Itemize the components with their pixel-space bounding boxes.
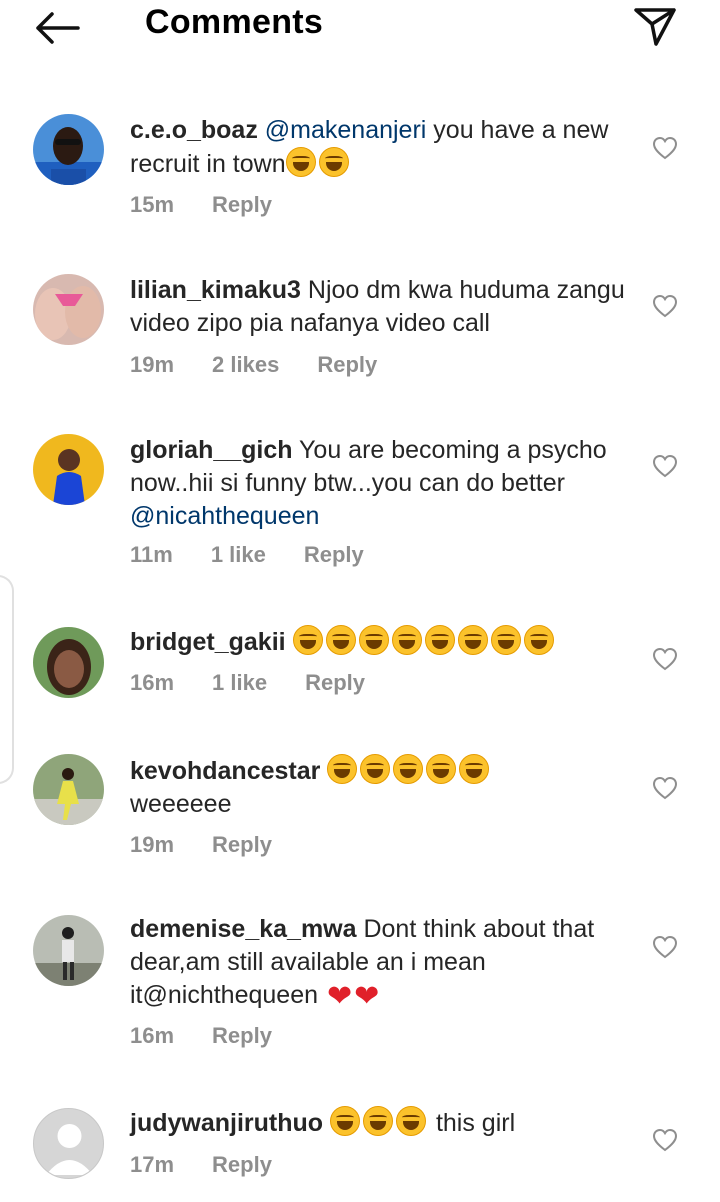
username[interactable]: gloriah__gich [130,436,293,464]
mention-link[interactable]: @nicahthequeen [130,502,319,530]
like-heart-icon[interactable] [652,136,678,160]
default-avatar-icon [46,1124,93,1175]
avatar[interactable] [33,1108,104,1179]
comment-meta: 16m Reply [130,1023,310,1049]
laughing-emoji-icon [318,147,349,177]
username[interactable]: bridget_gakii [130,628,286,656]
side-handle[interactable] [0,575,14,784]
comment-text: kevohdancestar weeeeee [130,754,630,821]
likes-count[interactable]: 1 like [212,670,267,695]
timestamp: 19m [130,832,175,857]
username[interactable]: demenise_ka_mwa [130,915,357,943]
timestamp: 17m [130,1152,175,1177]
reply-button[interactable]: Reply [212,192,272,217]
mention-link[interactable]: @makenanjeri [265,116,427,144]
laughing-emoji-icon [363,1106,393,1136]
username[interactable]: judywanjiruthuo [130,1109,323,1137]
laughing-emoji-icon [285,147,316,177]
laughing-emoji-icon [523,625,554,655]
comment-text: judywanjiruthuo this girl [130,1106,630,1140]
laughing-emoji-icon [396,1106,426,1136]
comment-text: bridget_gakii [130,625,630,659]
laughing-emoji-icon [393,754,424,784]
laughing-emoji-icon [490,625,521,655]
avatar[interactable] [33,434,104,505]
red-heart-emoji-icon: ❤ [326,979,353,1014]
laughing-emoji-icon [325,625,356,655]
comment-meta: 19m 2 likes Reply [130,352,415,378]
laughing-emoji-icon [327,754,358,784]
timestamp: 15m [130,192,175,217]
reply-button[interactable]: Reply [317,352,377,377]
like-heart-icon[interactable] [652,935,678,959]
comment-body: weeeeee [130,790,232,818]
red-heart-emoji-icon: ❤ [354,979,380,1014]
comment-text: c.e.o_boaz @makenanjeri you have a new r… [130,114,630,181]
username[interactable]: kevohdancestar [130,757,320,785]
comment-meta: 15m Reply [130,192,310,218]
like-heart-icon[interactable] [652,647,678,671]
laughing-emoji-icon [459,754,490,784]
avatar[interactable] [33,114,104,185]
laughing-emoji-icon [292,625,323,655]
comment-meta: 11m 1 like Reply [130,542,402,568]
comment-body: this girl [429,1109,516,1137]
send-icon[interactable] [630,4,680,48]
avatar[interactable] [33,627,104,698]
username[interactable]: c.e.o_boaz [130,116,258,144]
reply-button[interactable]: Reply [305,670,365,695]
timestamp: 19m [130,352,175,377]
avatar[interactable] [33,274,104,345]
laughing-emoji-icon [426,754,457,784]
comment-text: gloriah__gich You are becoming a psycho … [130,434,630,533]
like-heart-icon[interactable] [652,1128,678,1152]
laughing-emoji-icon [457,625,488,655]
avatar[interactable] [33,754,104,825]
reply-button[interactable]: Reply [212,1023,272,1048]
timestamp: 16m [130,670,175,695]
username[interactable]: lilian_kimaku3 [130,276,301,304]
like-heart-icon[interactable] [652,294,678,318]
laughing-emoji-icon [391,625,422,655]
like-heart-icon[interactable] [652,776,678,800]
comment-text: demenise_ka_mwa Dont think about that de… [130,913,630,1012]
like-heart-icon[interactable] [652,454,678,478]
avatar[interactable] [33,915,104,986]
page-title: Comments [145,3,324,41]
timestamp: 16m [130,1023,175,1048]
comment-meta: 17m Reply [130,1152,310,1178]
comment-meta: 19m Reply [130,832,310,858]
likes-count[interactable]: 1 like [211,542,266,567]
header: Comments [0,0,720,60]
laughing-emoji-icon [360,754,391,784]
timestamp: 11m [130,542,173,567]
likes-count[interactable]: 2 likes [212,352,279,377]
reply-button[interactable]: Reply [212,832,272,857]
comment-meta: 16m 1 like Reply [130,670,403,696]
laughing-emoji-icon [330,1106,360,1136]
back-arrow-icon[interactable] [30,6,86,50]
reply-button[interactable]: Reply [304,542,364,567]
reply-button[interactable]: Reply [212,1152,272,1177]
laughing-emoji-icon [424,625,455,655]
comment-text: lilian_kimaku3 Njoo dm kwa huduma zangu … [130,274,630,340]
laughing-emoji-icon [358,625,389,655]
